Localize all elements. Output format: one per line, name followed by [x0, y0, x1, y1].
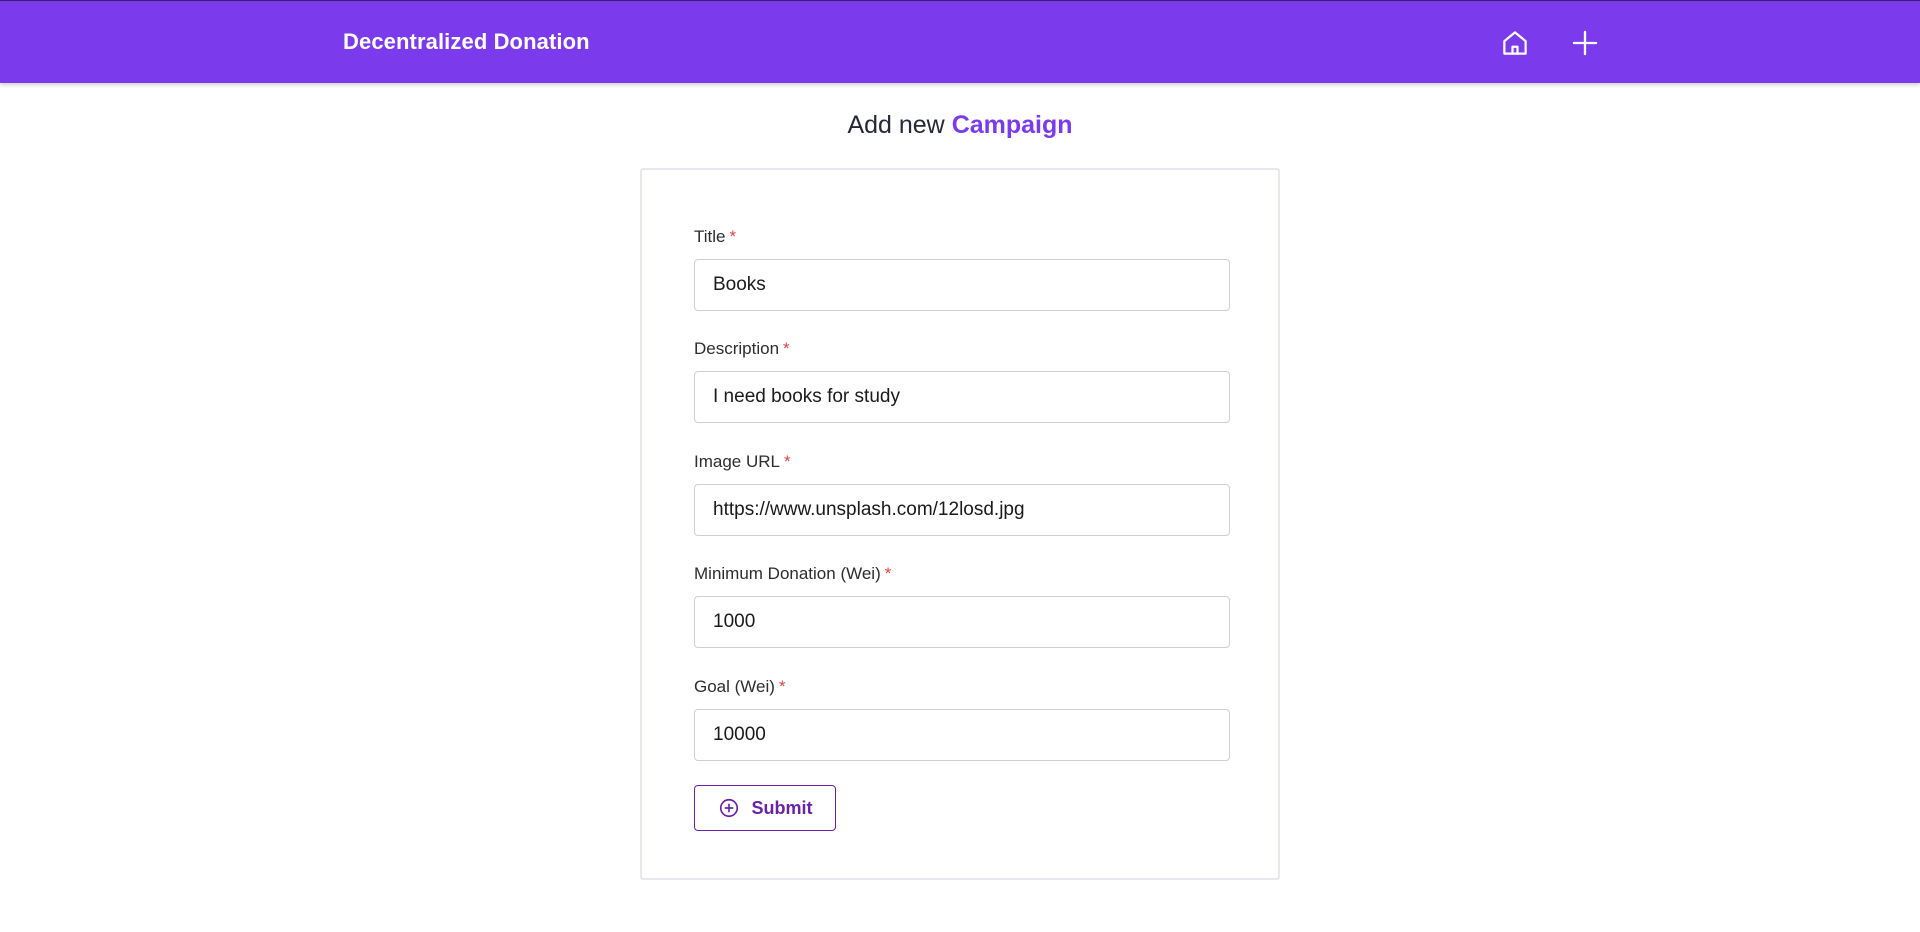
image-url-field: Image URL * — [694, 452, 1230, 536]
brand-title[interactable]: Decentralized Donation — [343, 29, 590, 55]
minimum-donation-label: Minimum Donation (Wei) * — [694, 564, 892, 583]
submit-button[interactable]: Submit — [694, 785, 836, 831]
required-marker: * — [783, 339, 790, 358]
title-field: Title * — [694, 227, 1230, 311]
campaign-form-card: Title* Description* Image URL* Minimum D… — [640, 168, 1280, 880]
description-label: Description * — [694, 339, 790, 358]
plus-circle-icon — [719, 798, 738, 818]
top-navbar: Decentralized Donation — [0, 0, 1920, 83]
title-input[interactable] — [694, 259, 1230, 311]
description-field: Description * — [694, 339, 1230, 423]
goal-field: Goal (Wei) * — [694, 677, 1230, 761]
home-icon — [1503, 31, 1527, 55]
page-title-prefix: Add new — [847, 111, 945, 139]
required-marker: * — [783, 452, 791, 471]
add-campaign-button[interactable] — [1567, 25, 1603, 61]
required-marker: * — [778, 677, 786, 696]
plus-icon — [1572, 30, 1598, 56]
goal-label: Goal (Wei) * — [694, 677, 786, 696]
minimum-donation-field: Minimum Donation (Wei) * — [694, 564, 1230, 648]
submit-label: Submit — [751, 797, 813, 818]
description-input[interactable] — [694, 371, 1230, 423]
required-marker: * — [729, 227, 737, 246]
image-url-label: Image URL * — [694, 452, 791, 471]
image-url-input[interactable] — [694, 484, 1230, 536]
home-button[interactable] — [1497, 25, 1533, 61]
page-title-accent: Campaign — [951, 111, 1073, 139]
page-title: Add new Campaign — [0, 111, 1920, 140]
title-label: Title * — [694, 227, 737, 246]
required-marker: * — [884, 564, 892, 583]
goal-input[interactable] — [694, 709, 1230, 761]
minimum-donation-input[interactable] — [694, 596, 1230, 648]
